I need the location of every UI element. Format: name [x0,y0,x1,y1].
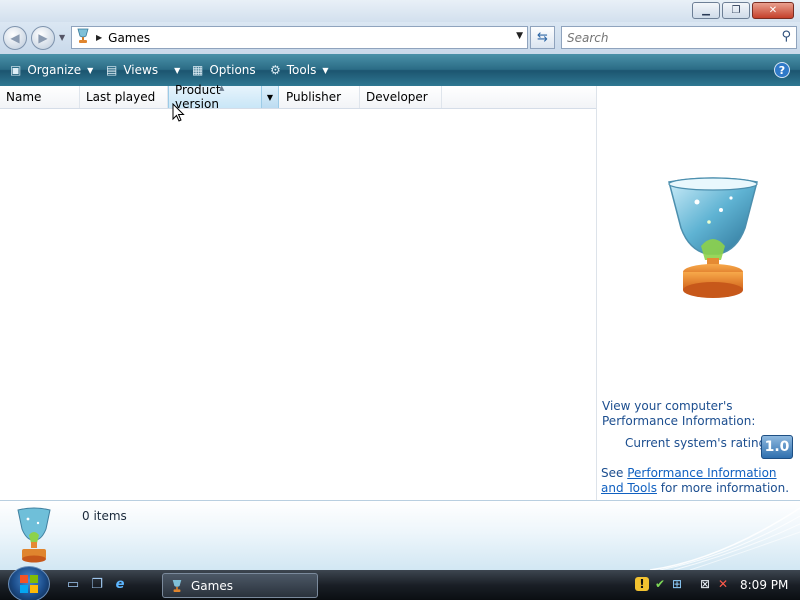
recent-pages-dropdown[interactable]: ▼ [59,33,65,42]
internet-explorer-icon[interactable]: e [112,577,128,593]
switch-windows-icon[interactable]: ❐ [89,577,105,593]
column-name-label: Name [6,90,42,104]
column-publisher[interactable]: Publisher [280,86,360,108]
taskbar-button-label: Games [191,578,233,593]
close-icon: ✕ [768,5,778,16]
column-developer[interactable]: Developer [360,86,442,108]
search-input[interactable] [562,27,762,48]
security-center-icon[interactable]: ✔ [653,577,667,591]
title-bar: ▁ ❐ ✕ [0,0,800,22]
column-developer-label: Developer [366,90,428,104]
help-icon[interactable]: ? [774,62,790,78]
item-count: 0 items [82,509,127,523]
see-text: See [601,466,624,480]
start-button[interactable] [8,566,50,600]
options-button[interactable]: ▦ Options [192,54,256,86]
tools-icon: ⚙ [270,63,281,77]
windows-update-icon[interactable]: ⊞ [670,577,684,591]
taskbar: ▭ ❐ e Games ! ✔ ⊞ ⊠ ✕ 8:09 PM [0,566,800,600]
chevron-down-icon: ▼ [174,65,181,75]
organize-label: Organize [27,63,82,77]
refresh-button[interactable]: ⇆ [530,26,555,49]
chevron-down-icon: ▼ [266,92,274,102]
search-icon[interactable]: ⚲ [781,29,791,44]
views-menu[interactable]: ▤ Views ▼ [106,54,180,86]
system-rating-label: Current system's rating: [625,436,771,450]
column-product-version-label: Product version [175,83,221,111]
mouse-cursor-icon [172,103,185,122]
back-arrow-icon: ◀ [10,31,20,45]
minimize-button[interactable]: ▁ [692,2,720,19]
command-toolbar: ▣ Organize ▼ ▤ Views ▼ ▦ Options ⚙ Tools… [0,54,800,86]
column-last-played-label: Last played [86,90,156,104]
column-filter-dropdown[interactable]: ▼ [262,86,279,108]
windows-logo-icon [20,575,38,593]
close-button[interactable]: ✕ [752,2,794,19]
details-pane: 0 items [0,500,800,570]
organize-menu[interactable]: ▣ Organize ▼ [10,54,93,86]
clock[interactable]: 8:09 PM [740,578,788,592]
games-folder-icon [17,507,51,563]
performance-info-title[interactable]: View your computer's Performance Informa… [602,399,798,429]
system-rating-badge[interactable]: 1.0 [761,435,793,459]
views-icon: ▤ [106,63,118,77]
organize-icon: ▣ [10,63,22,77]
window-controls: ▁ ❐ ✕ [692,2,794,19]
volume-muted-icon[interactable]: ✕ [716,577,730,591]
file-list[interactable] [0,109,596,500]
column-publisher-label: Publisher [286,90,342,104]
address-box[interactable]: ▶ Games ▼ [71,26,528,49]
column-header-row: Name Last played ▲ Product version ▼ Pub… [0,83,596,111]
column-name[interactable]: Name [0,86,80,108]
back-button[interactable]: ◀ [3,26,27,50]
chevron-down-icon: ▼ [87,65,94,75]
maximize-button[interactable]: ❐ [722,2,750,19]
options-label: Options [209,63,256,77]
network-icon[interactable]: ⊠ [698,577,712,591]
options-icon: ▦ [192,63,204,77]
minimize-icon: ▁ [702,5,710,16]
performance-info-note: See Performance Information and Tools fo… [601,466,797,496]
taskbar-button-games[interactable]: Games [162,573,318,598]
forward-button[interactable]: ▶ [31,26,55,50]
security-shield-icon[interactable]: ! [635,577,649,591]
address-dropdown-icon[interactable]: ▼ [516,31,523,41]
chevron-down-icon: ▼ [322,65,329,75]
sort-ascending-icon: ▲ [219,84,225,92]
address-bar-row: ◀ ▶ ▼ ▶ Games ▼ ⇆ ⚲ [0,22,800,54]
forward-arrow-icon: ▶ [38,31,48,45]
breadcrumb-games[interactable]: Games [108,31,150,45]
more-info-text: for more information. [660,481,790,495]
show-desktop-icon[interactable]: ▭ [65,577,81,593]
tools-label: Tools [286,63,317,77]
column-last-played[interactable]: Last played [80,86,168,108]
search-box: ⚲ [561,26,797,49]
maximize-icon: ❐ [731,5,741,16]
refresh-icon: ⇆ [537,30,548,45]
breadcrumb-separator-icon[interactable]: ▶ [96,33,102,42]
trophy-icon [172,579,182,592]
games-trophy-icon [668,177,758,298]
preview-pane: View your computer's Performance Informa… [596,86,800,500]
decorative-swoosh [650,507,800,570]
trophy-icon [72,28,94,48]
tools-menu[interactable]: ⚙ Tools ▼ [270,54,328,86]
views-label: Views [123,63,159,77]
